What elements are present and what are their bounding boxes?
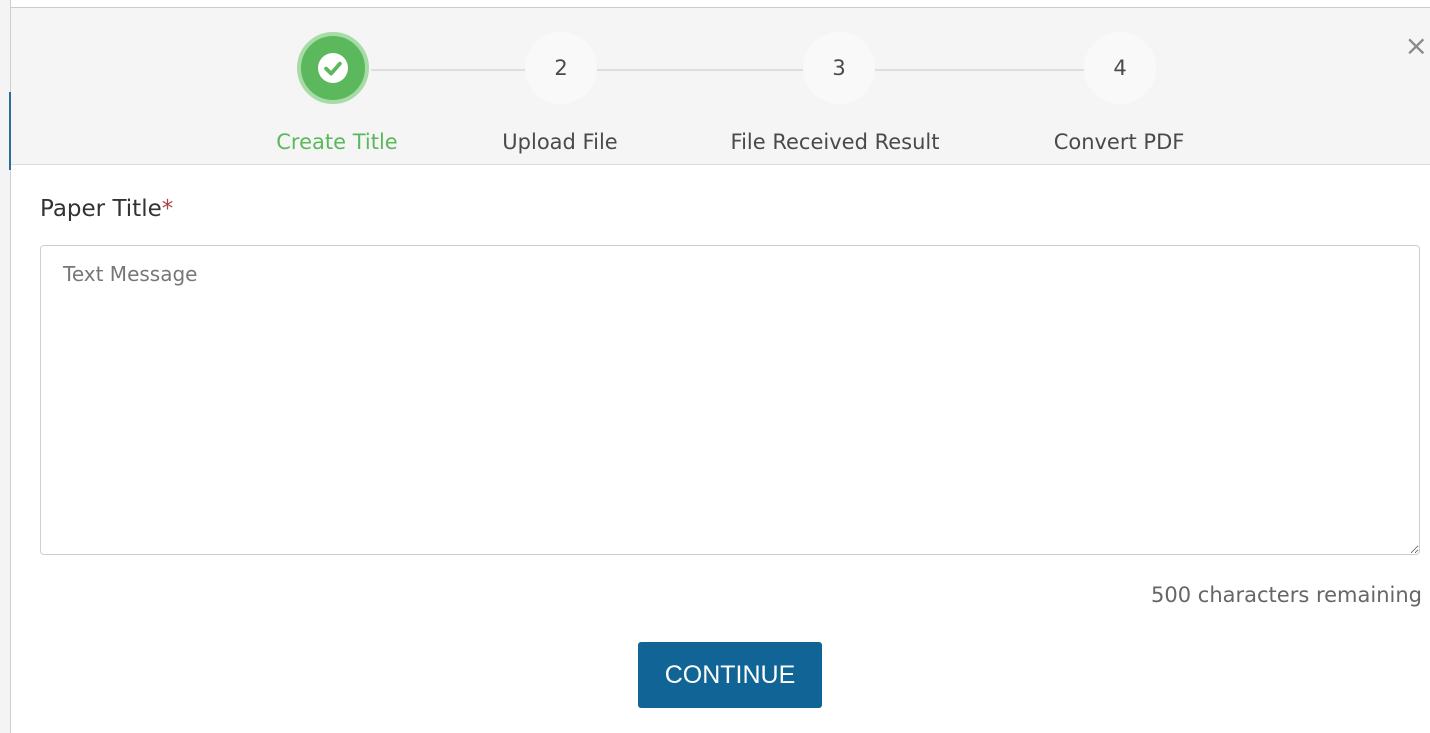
paper-title-input[interactable] — [40, 245, 1420, 555]
character-counter: 500 characters remaining — [1151, 583, 1422, 607]
step-4-circle: 4 — [1084, 32, 1156, 104]
close-icon[interactable]: × — [1405, 32, 1428, 60]
step-2-number: 2 — [554, 56, 568, 80]
check-icon — [318, 53, 348, 83]
progress-stepper: 2 3 4 Create Title Upload File File Rece… — [11, 8, 1430, 165]
step-3-label: File Received Result — [730, 130, 940, 154]
window-left-edge — [0, 0, 11, 733]
step-3-circle: 3 — [803, 32, 875, 104]
continue-button[interactable]: CONTINUE — [638, 642, 822, 708]
step-2-label: Upload File — [502, 130, 618, 154]
step-connector — [595, 69, 807, 71]
step-2-circle: 2 — [525, 32, 597, 104]
step-connector — [871, 69, 1097, 71]
step-4-number: 4 — [1113, 56, 1127, 80]
required-asterisk: * — [161, 196, 174, 222]
window-top-edge — [11, 0, 1430, 8]
step-3-number: 3 — [832, 56, 846, 80]
step-1-circle — [297, 32, 369, 104]
paper-title-label-text: Paper Title — [40, 196, 162, 222]
step-1-label: Create Title — [276, 130, 398, 154]
step-4-label: Convert PDF — [1053, 130, 1185, 154]
paper-title-label: Paper Title* — [40, 196, 173, 222]
